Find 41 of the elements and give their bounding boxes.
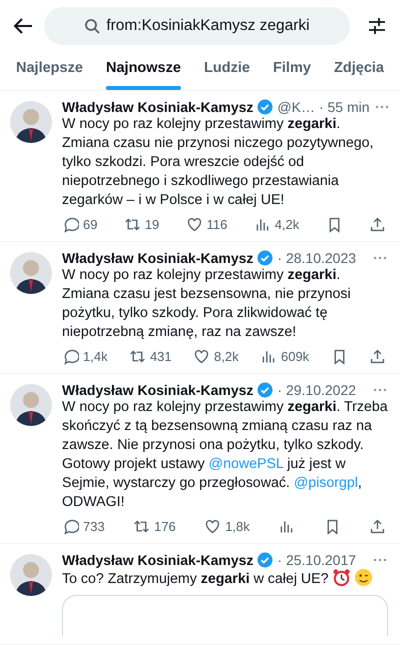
author-name[interactable]: Władysław Kosiniak-Kamysz bbox=[62, 250, 254, 266]
views-button[interactable]: 609k bbox=[260, 348, 310, 365]
timestamp: · 55 min bbox=[318, 99, 370, 115]
repost-button[interactable]: 19 bbox=[124, 216, 160, 233]
count: 1,4k bbox=[83, 349, 108, 364]
repost-button[interactable]: 176 bbox=[133, 518, 176, 535]
like-button[interactable]: 8,2k bbox=[193, 348, 239, 365]
count: 176 bbox=[154, 519, 176, 534]
tab[interactable]: Najnowsze bbox=[106, 52, 181, 90]
count: 19 bbox=[144, 217, 160, 232]
count: 8,2k bbox=[214, 349, 239, 364]
reply-button[interactable]: 733 bbox=[62, 518, 105, 535]
count: 1,8k bbox=[225, 519, 250, 534]
author-name[interactable]: Władysław Kosiniak-Kamysz bbox=[62, 99, 254, 115]
tab[interactable]: Najlepsze bbox=[16, 52, 83, 90]
tweet-text: W nocy po raz kolejny przestawimy zegarki. Zmiana czasu jest bezsensowna, nie przynosi pożytku, tylko szkody. Pora zlikwidować tę niepotrzebną zmianę, raz na zawsze! bbox=[62, 266, 352, 342]
repost-button[interactable]: 431 bbox=[128, 348, 172, 365]
author-name[interactable]: Władysław Kosiniak-Kamysz bbox=[62, 382, 254, 398]
reply-button[interactable]: 69 bbox=[62, 216, 98, 233]
timestamp: · 28.10.2023 bbox=[277, 250, 356, 266]
count: 116 bbox=[206, 217, 228, 232]
count: 431 bbox=[150, 349, 172, 364]
count: 69 bbox=[83, 217, 98, 232]
timestamp: · 29.10.2022 bbox=[277, 382, 356, 398]
tweet-text: W nocy po raz kolejny przestawimy zegarki. Trzeba skończyć z tą bezsensowną zmianą czasu raz na zawsze. Nie przynosi ona pożytku, tylko szkody. Gotowy projekt ustawy @nowePSL już jest w Sejmie, wystarczy go przegłosować. @pisorgpl, ODWAGI! bbox=[62, 398, 388, 512]
search-field[interactable]: from:KosiniakKamysz zegarki bbox=[44, 7, 350, 45]
count: 4,2k bbox=[274, 217, 300, 232]
tab[interactable]: Filmy bbox=[273, 52, 311, 90]
count: 609k bbox=[280, 349, 310, 364]
tab[interactable]: Zdjęcia bbox=[334, 52, 384, 90]
tab[interactable]: Ludzie bbox=[204, 52, 250, 90]
like-button[interactable]: 1,8k bbox=[204, 518, 250, 535]
tweet-text: W nocy po raz kolejny przestawimy zegarki. Zmiana czasu nie przynosi niczego pozytywnego, tylko szkodzi. Pora wreszcie odejść od niepotrzebnego i szkodliwego przestawiania zegarków – i w Polsce i w całej UE! bbox=[62, 115, 374, 210]
reply-button[interactable]: 1,4k bbox=[62, 348, 108, 365]
tweet-text: To co? Zatrzymujemy zegarki w całej UE? bbox=[62, 568, 388, 589]
count: 733 bbox=[83, 519, 105, 534]
author-name[interactable]: Władysław Kosiniak-Kamysz bbox=[62, 552, 254, 568]
views-button[interactable]: 4,2k bbox=[254, 216, 300, 233]
timestamp: · 25.10.2017 bbox=[277, 552, 356, 568]
like-button[interactable]: 116 bbox=[186, 216, 228, 233]
handle: @K… bbox=[277, 99, 315, 115]
